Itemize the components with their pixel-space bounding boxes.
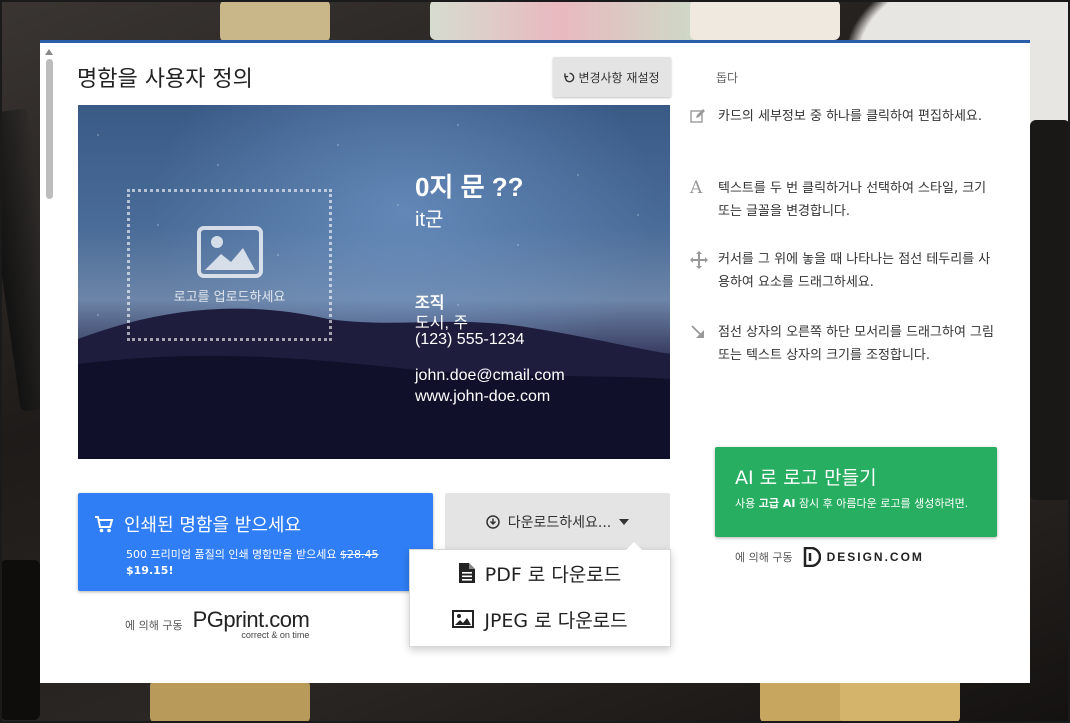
scrollbar-thumb[interactable] [45, 59, 53, 199]
scroll-up-arrow-icon[interactable] [45, 49, 53, 55]
new-price: $19.15! [126, 564, 174, 577]
design-com-mark-icon [803, 547, 821, 567]
ai-sub-prefix: 사용 [735, 497, 756, 510]
card-name[interactable]: 0지 문 ?? [415, 167, 524, 204]
old-price: $28.45 [340, 548, 379, 561]
help-text-style: 텍스트를 두 번 클릭하거나 선택하여 스타일, 크기 또는 글꼴을 변경합니다… [718, 181, 987, 219]
pgprint-powered-by: 에 의해 구동 PGprint.com correct & on time [125, 609, 310, 640]
help-text-drag: 커서를 그 위에 놓을 때 나타나는 점선 테두리를 사용하여 요소를 드래그하… [718, 252, 991, 290]
print-label: 인쇄된 명함을 받으세요 [124, 515, 302, 536]
download-pdf-option[interactable]: PDF 로 다운로드 [410, 550, 670, 596]
download-jpeg-label: JPEG 로 다운로드 [484, 609, 628, 632]
cart-icon [95, 515, 114, 532]
customize-card-modal: 명함을 사용자 정의 변경사항 재설정 로고를 업로드하세요 0지 문 ?? i… [40, 40, 1030, 683]
ai-label: AI 로 로고 만들기 [735, 467, 877, 489]
scrollbar[interactable] [44, 49, 54, 209]
ai-powered-by-label: 에 의해 구동 [735, 551, 793, 564]
download-circle-icon [485, 514, 500, 529]
business-card-preview[interactable]: 로고를 업로드하세요 0지 문 ?? it군 조직 도시, 주 (123) 55… [78, 105, 670, 459]
pgprint-brand: PGprint.com [192, 607, 310, 632]
image-file-icon [452, 610, 475, 628]
help-text-edit: 카드의 세부정보 중 하나를 클릭하여 편집하세요. [718, 109, 982, 124]
caret-down-icon [619, 518, 630, 525]
help-item-drag: 커서를 그 위에 놓을 때 나타나는 점선 테두리를 사용하여 요소를 드래그하… [690, 248, 1000, 294]
print-sub-text: 500 프리미엄 품질의 인쇄 명함만을 받으세요 [126, 548, 337, 561]
card-email[interactable]: john.doe@cmail.com [415, 367, 565, 385]
get-printed-cards-button[interactable]: 인쇄된 명함을 받으세요 500 프리미엄 품질의 인쇄 명함만을 받으세요 $… [78, 493, 433, 591]
download-pdf-label: PDF 로 다운로드 [484, 563, 622, 586]
reset-changes-label: 변경사항 재설정 [578, 70, 660, 85]
move-icon [690, 248, 710, 294]
reset-changes-button[interactable]: 변경사항 재설정 [553, 57, 671, 97]
help-item-edit: 카드의 세부정보 중 하나를 클릭하여 편집하세요. [690, 105, 1000, 132]
download-label: 다운로드하세요... [507, 514, 612, 531]
help-item-resize: 점선 상자의 오른쪽 하단 모서리를 드래그하여 그림 또는 텍스트 상자의 크… [690, 321, 1000, 367]
pgprint-tagline: correct & on time [241, 630, 310, 640]
modal-title: 명함을 사용자 정의 [77, 67, 253, 92]
reset-icon [564, 72, 575, 82]
font-icon: A [690, 178, 703, 198]
help-text-resize: 점선 상자의 오른쪽 하단 모서리를 드래그하여 그림 또는 텍스트 상자의 크… [718, 325, 994, 363]
card-website[interactable]: www.john-doe.com [415, 388, 550, 406]
download-menu: PDF 로 다운로드 JPEG 로 다운로드 [409, 542, 671, 647]
ai-sub-rest: 잠시 후 아름다운 로고를 생성하려면. [798, 497, 969, 510]
design-com-logo[interactable]: DESIGN.COM [803, 547, 924, 567]
card-phone[interactable]: (123) 555-1234 [415, 331, 524, 349]
card-job-title[interactable]: it군 [415, 203, 443, 232]
logo-upload-area[interactable]: 로고를 업로드하세요 [127, 189, 332, 341]
download-jpeg-option[interactable]: JPEG 로 다운로드 [410, 596, 670, 642]
resize-arrow-icon [690, 321, 710, 367]
card-city[interactable]: 도시, 주 [415, 309, 468, 333]
design-com-brand: DESIGN.COM [826, 550, 924, 564]
image-icon [196, 225, 263, 278]
help-title: 돕다 [716, 71, 739, 85]
edit-icon [690, 105, 710, 132]
file-pdf-icon [458, 563, 475, 583]
pgprint-logo[interactable]: PGprint.com correct & on time [193, 609, 310, 640]
powered-by-label: 에 의해 구동 [125, 618, 183, 632]
ai-sub-bold: 고급 AI [758, 497, 796, 510]
logo-upload-label: 로고를 업로드하세요 [173, 289, 286, 305]
help-item-style: A 텍스트를 두 번 클릭하거나 선택하여 스타일, 크기 또는 글꼴을 변경합… [690, 177, 1000, 223]
design-com-powered-by: 에 의해 구동 DESIGN.COM [735, 547, 924, 567]
create-logo-with-ai-button[interactable]: AI 로 로고 만들기 사용 고급 AI 잠시 후 아름다운 로고를 생성하려면… [715, 447, 997, 537]
